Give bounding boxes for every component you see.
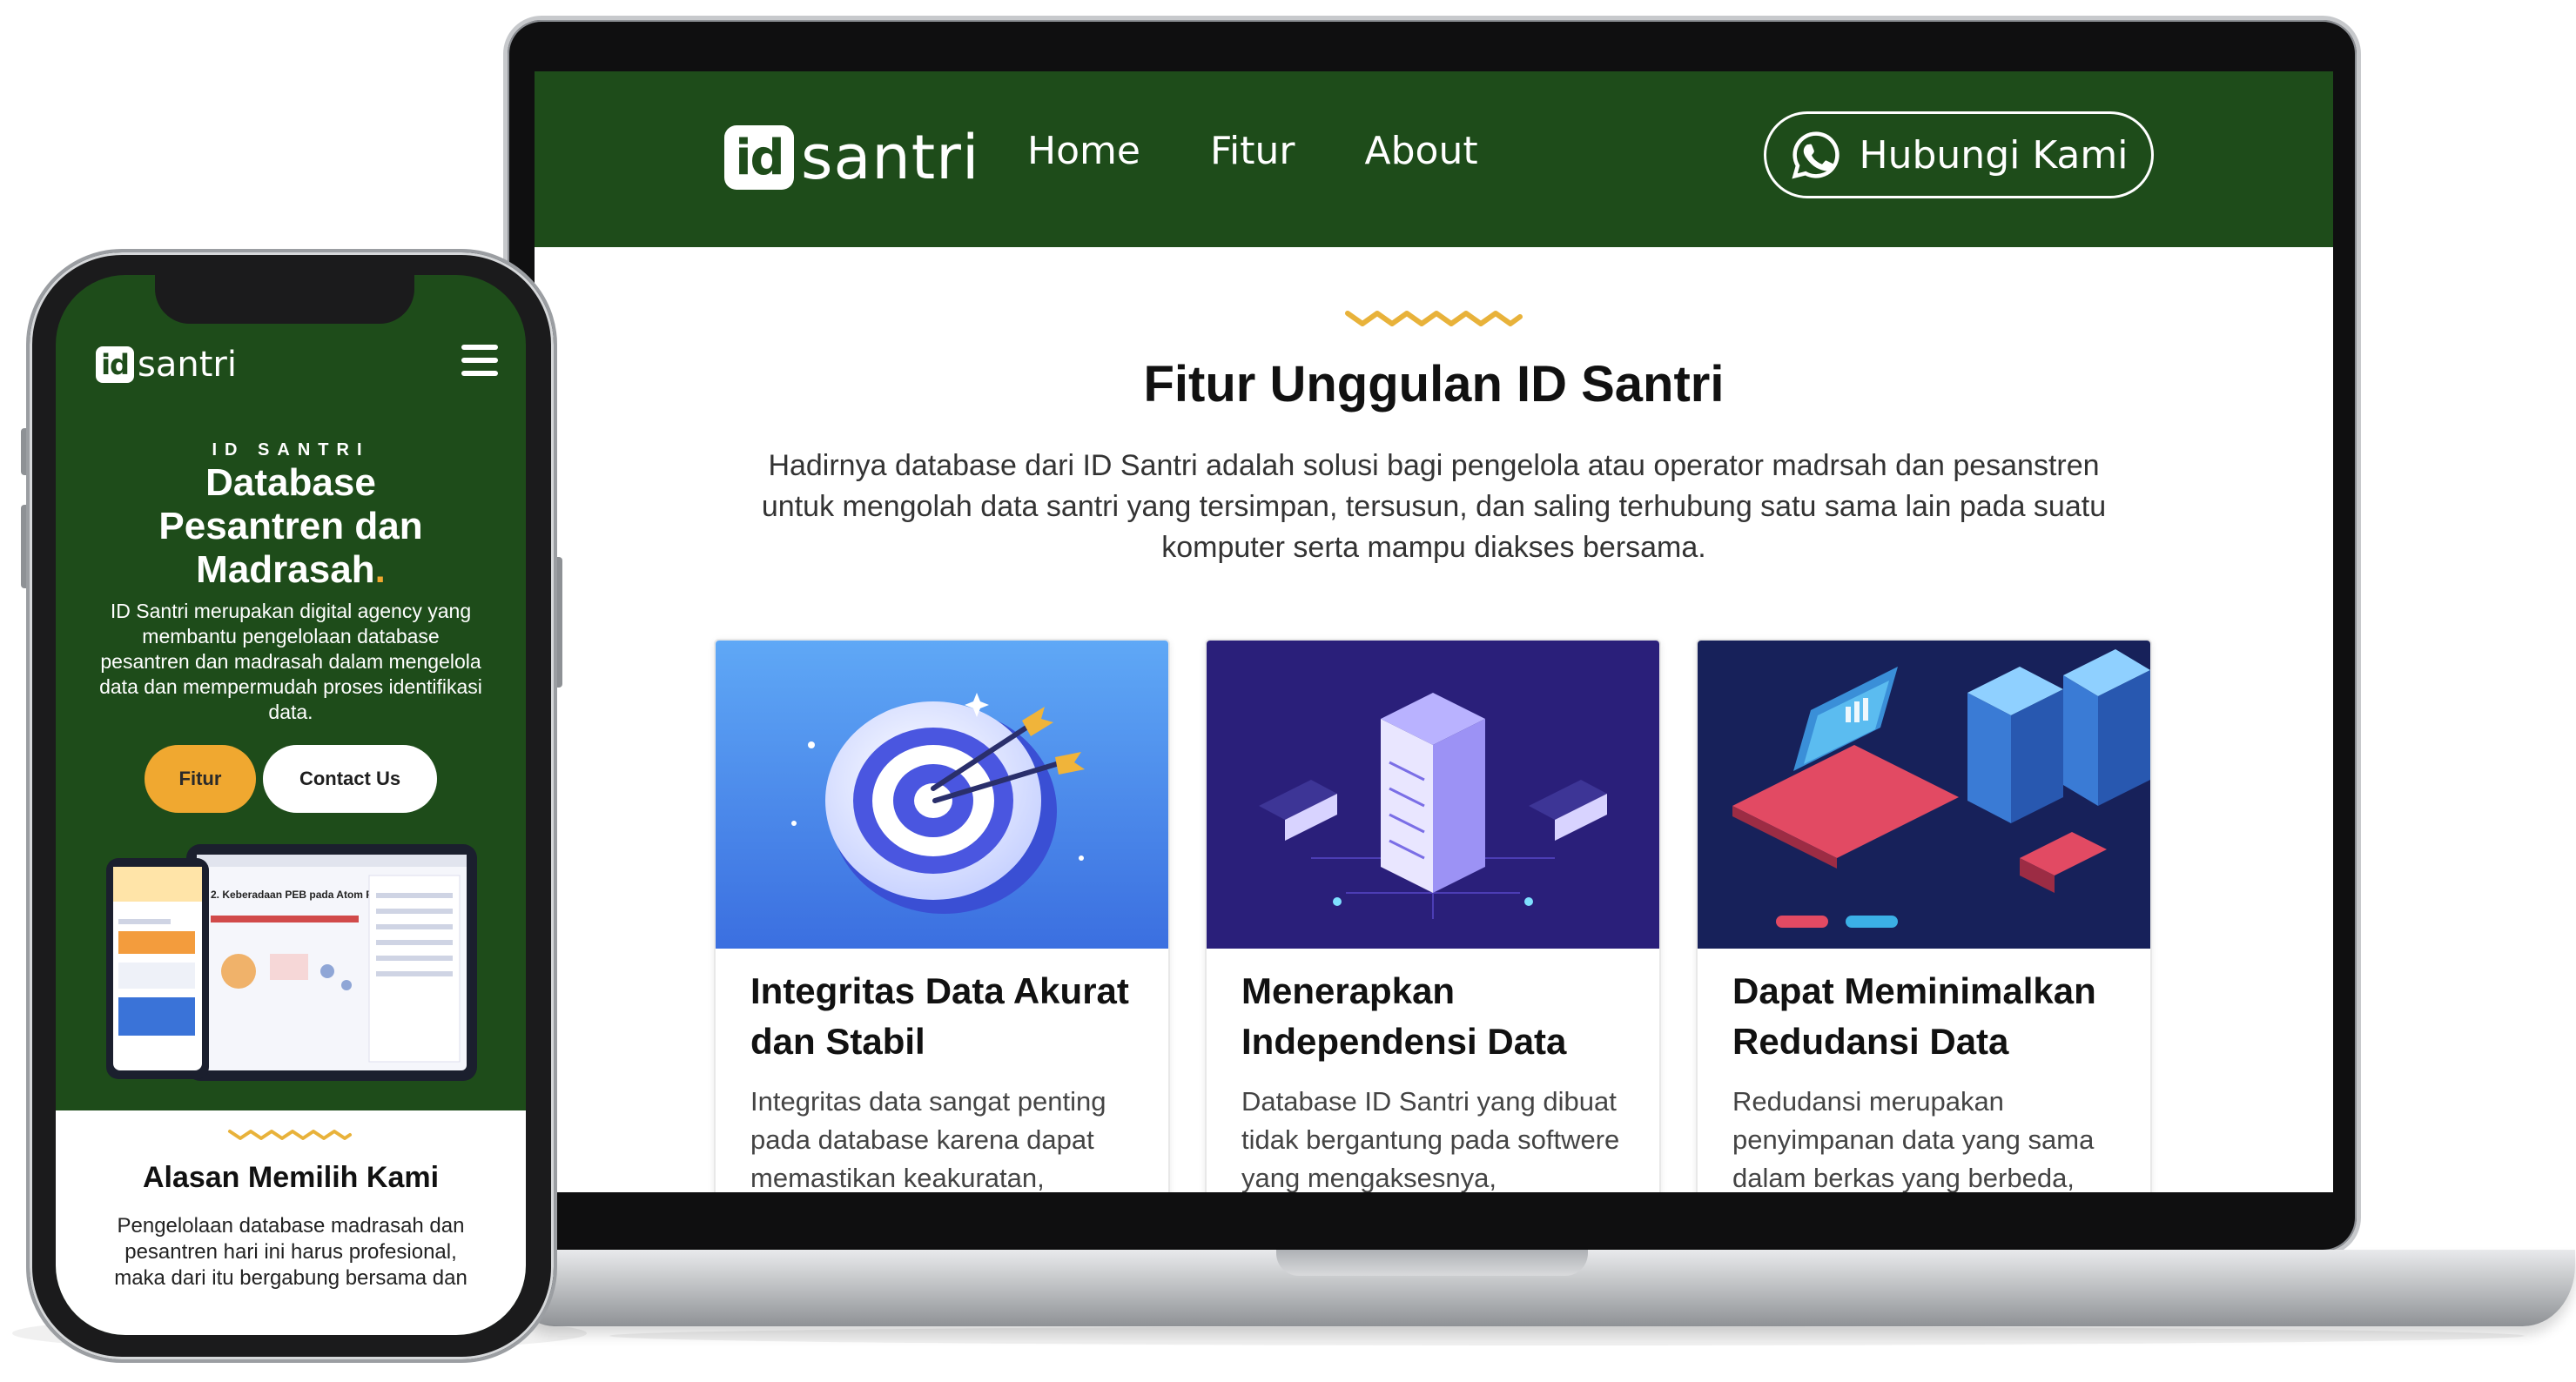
phone-screen: id santri ID SANTRI Database Pesantren d… [56, 275, 526, 1335]
card-title: Dapat Meminimalkan Redudansi Data [1732, 970, 2096, 1062]
main-nav: Home Fitur About [1027, 129, 1478, 173]
nav-fitur[interactable]: Fitur [1210, 129, 1295, 173]
laptop-shadow [609, 1326, 2525, 1345]
alasan-description: Pengelolaan database madrasah dan pesant… [114, 1214, 467, 1290]
hero-kicker: ID SANTRI [212, 440, 370, 460]
nav-about[interactable]: About [1365, 129, 1478, 173]
card-title: Integritas Data Akurat dan Stabil [750, 970, 1129, 1062]
laptop-trackpad-notch [1276, 1250, 1588, 1276]
phone-site-logo[interactable]: id santri [96, 345, 237, 385]
contact-us-button[interactable]: Contact Us [263, 745, 437, 813]
target-illustration [716, 641, 1168, 949]
server-illustration [1207, 641, 1659, 949]
card-body: Redudansi merupakan penyimpanan data yan… [1732, 1086, 2095, 1192]
site-header: id santri Home Fitur About Hubungi Kami [535, 71, 2333, 247]
logo-wordmark: santri [138, 345, 237, 385]
squiggle-divider [228, 1130, 352, 1140]
features-title: Fitur Unggulan ID Santri [1143, 356, 1725, 413]
whatsapp-icon [1791, 131, 1840, 179]
mockup-heading: 2. Keberadaan PEB pada Atom Pusat [211, 889, 394, 901]
logo-mark: id [724, 125, 794, 190]
card-body: Database ID Santri yang dibuat tidak ber… [1241, 1086, 1620, 1192]
hubungi-kami-button[interactable]: Hubungi Kami [1764, 111, 2154, 198]
device-mockup-stage: id santri Home Fitur About Hubungi Kami … [0, 0, 2576, 1382]
hero-devices-mockup: 2. Keberadaan PEB pada Atom Pusat [106, 844, 477, 1081]
hubungi-kami-label: Hubungi Kami [1859, 132, 2129, 178]
phone-notch [155, 273, 414, 324]
feature-card-independensi[interactable]: Menerapkan Independensi Data Database ID… [1205, 639, 1661, 1192]
nav-home[interactable]: Home [1027, 129, 1140, 173]
squiggle-divider [1345, 311, 1523, 326]
feature-card-redudansi[interactable]: Dapat Meminimalkan Redudansi Data Reduda… [1696, 639, 2152, 1192]
feature-card-integritas[interactable]: Integritas Data Akurat dan Stabil Integr… [714, 639, 1170, 1192]
alasan-section: Alasan Memilih Kami Pengelolaan database… [56, 1110, 526, 1335]
site-logo[interactable]: id santri [724, 122, 979, 193]
logo-mark: id [96, 346, 134, 383]
hamburger-menu-icon[interactable] [461, 345, 498, 376]
laptop-screen: id santri Home Fitur About Hubungi Kami … [535, 71, 2333, 1192]
hero-title: Database Pesantren dan Madrasah. [158, 461, 423, 591]
features-description: Hadirnya database dari ID Santri adalah … [761, 449, 2107, 564]
logo-wordmark: santri [801, 122, 980, 193]
fitur-button[interactable]: Fitur [145, 745, 256, 813]
alasan-title: Alasan Memilih Kami [142, 1161, 440, 1194]
card-body: Integritas data sangat penting pada data… [750, 1086, 1106, 1192]
card-title: Menerapkan Independensi Data [1241, 970, 1567, 1062]
laptop-server-illustration [1698, 641, 2150, 949]
hero-description: ID Santri merupakan digital agency yang … [99, 600, 482, 723]
